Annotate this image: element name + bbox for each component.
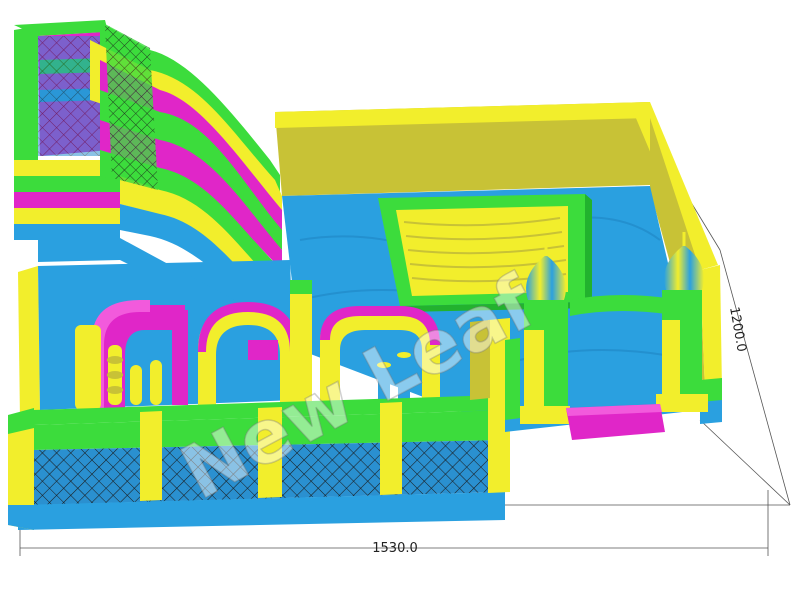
depth-dimension-label: 1200.0 (726, 306, 749, 353)
playground-drawing: 1530.0 1200.0 New Leaf (8, 20, 791, 556)
width-dimension-label: 1530.0 (372, 541, 418, 556)
inflatable-playground-render: 1530.0 1200.0 New Leaf (0, 0, 800, 600)
